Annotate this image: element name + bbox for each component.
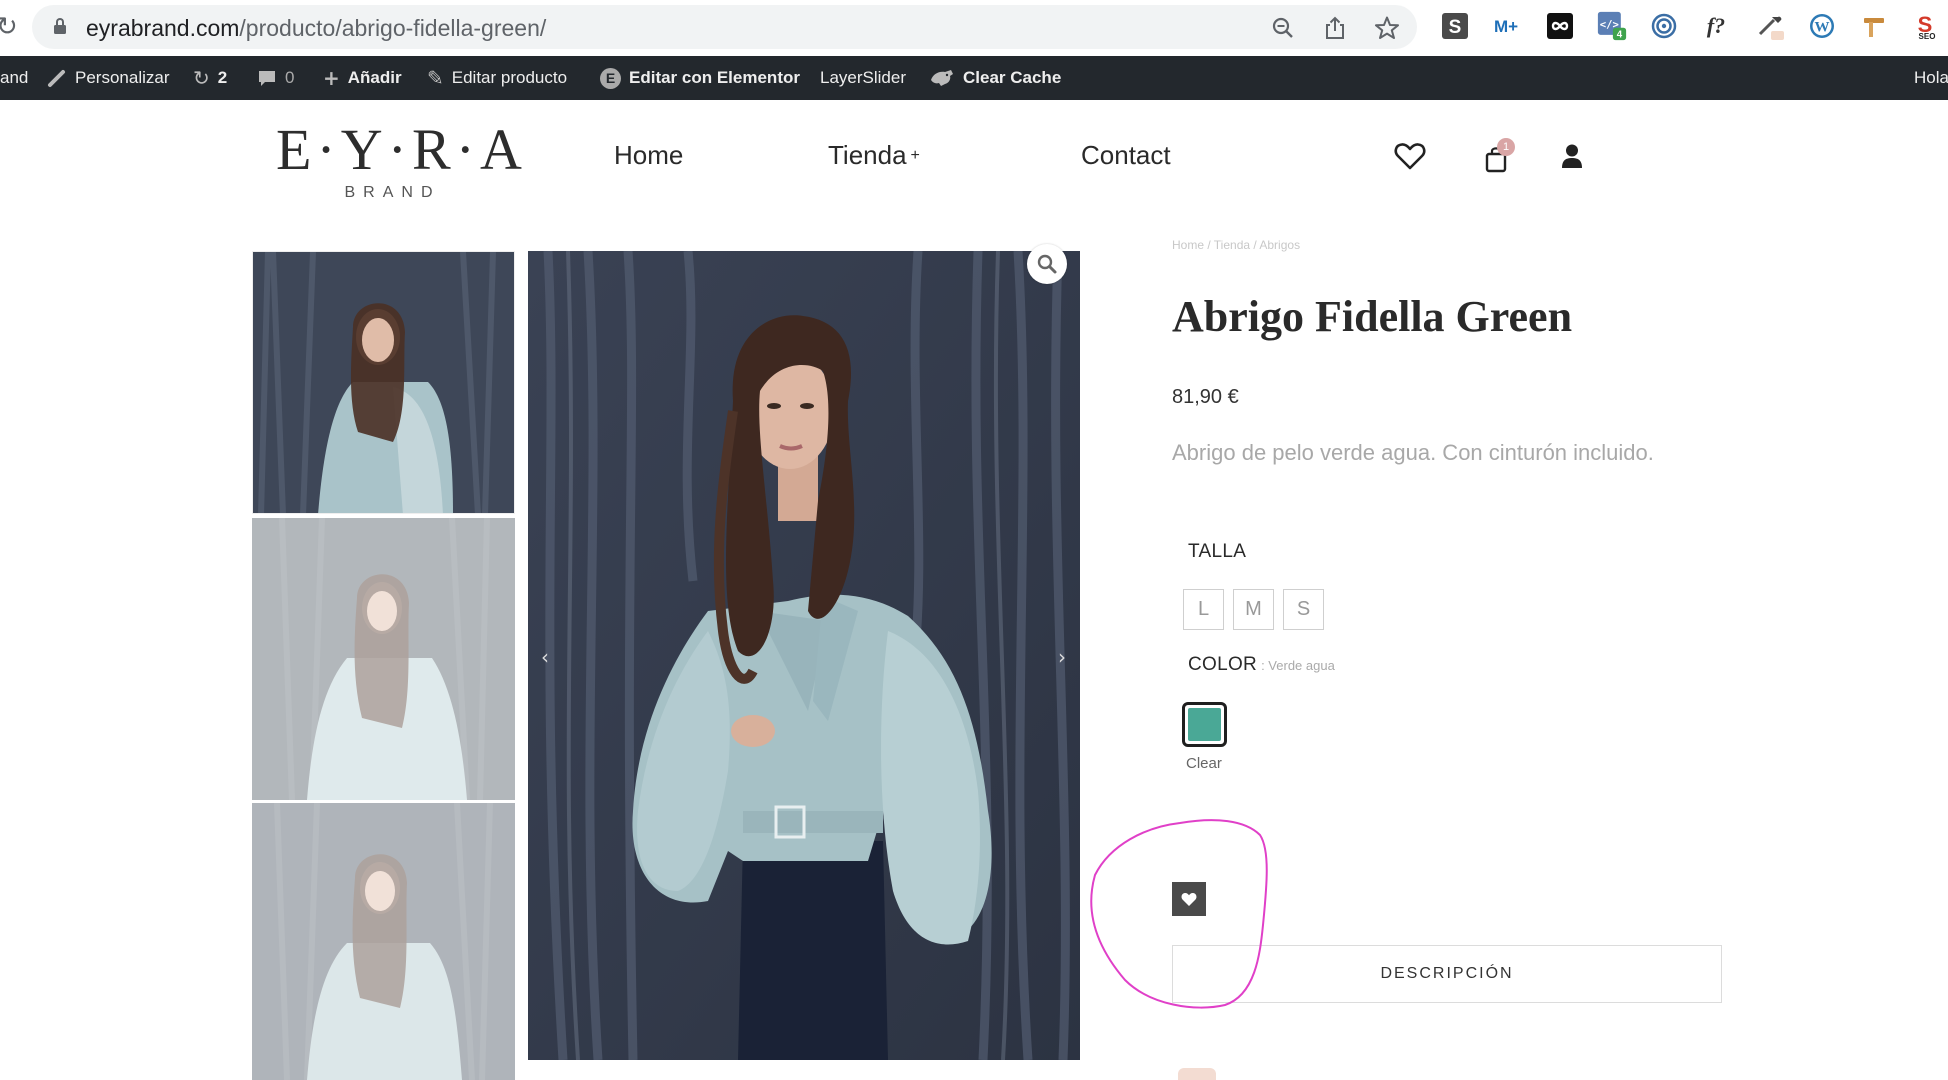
movistar-plus-icon[interactable]: M+ xyxy=(1492,11,1522,41)
bookmark-star-icon[interactable] xyxy=(1374,15,1400,41)
url-path: /producto/abrigo-fidella-green/ xyxy=(239,15,547,41)
gallery-prev-arrow-icon[interactable]: ‹ xyxy=(541,645,549,669)
updates-icon: ↻ xyxy=(193,66,210,90)
color-swatch-verde-agua[interactable] xyxy=(1182,702,1227,747)
color-label-text: COLOR xyxy=(1188,654,1258,675)
seo-icon[interactable]: S SEO xyxy=(1911,11,1941,41)
browser-toolbar: ↻ eyrabrand.com/producto/abrigo-fidella-… xyxy=(0,0,1948,56)
admin-edit-elementor[interactable]: E Editar con Elementor xyxy=(600,56,800,100)
breadcrumb[interactable]: Home / Tienda / Abrigos xyxy=(1172,238,1300,252)
admin-edit-product[interactable]: ✎ Editar producto xyxy=(427,56,567,100)
admin-greeting[interactable]: Hola xyxy=(1914,56,1948,100)
wordpress-icon[interactable]: W xyxy=(1807,11,1837,41)
edit-product-label: Editar producto xyxy=(451,68,568,87)
clear-selection-link[interactable]: Clear xyxy=(1186,755,1222,772)
url-text[interactable]: eyrabrand.com/producto/abrigo-fidella-gr… xyxy=(86,15,546,42)
edit-elementor-label: Editar con Elementor xyxy=(629,68,800,87)
clear-cache-label: Clear Cache xyxy=(963,68,1062,87)
url-domain: eyrabrand.com xyxy=(86,15,240,41)
admin-updates[interactable]: ↻ 2 xyxy=(193,56,227,100)
hammer-icon[interactable] xyxy=(1859,11,1889,41)
nav-home[interactable]: Home xyxy=(614,140,683,171)
zoom-icon[interactable] xyxy=(1270,15,1296,41)
product-photo-thumb-3 xyxy=(252,803,515,1080)
product-photo-thumb-2 xyxy=(252,518,515,800)
gallery-thumbnail-1[interactable] xyxy=(252,251,515,514)
svg-text:f?: f? xyxy=(1707,13,1725,38)
color-selected-value: : Verde agua xyxy=(1261,658,1335,673)
customize-label: Personalizar xyxy=(75,68,170,87)
product-photo-thumb-1 xyxy=(253,252,514,513)
site-logo[interactable]: E·Y·R·A BRAND xyxy=(276,117,527,202)
product-photo-main xyxy=(528,251,1080,1060)
eyedropper-icon[interactable] xyxy=(1755,11,1785,41)
target-icon[interactable] xyxy=(1649,11,1679,41)
plus-icon: + xyxy=(323,66,340,90)
product-short-description: Abrigo de pelo verde agua. Con cinturón … xyxy=(1172,440,1654,465)
font-identifier-icon[interactable]: f? xyxy=(1701,11,1731,41)
nav-shop[interactable]: Tienda + xyxy=(828,140,920,171)
gallery-thumbnail-2[interactable] xyxy=(252,518,515,800)
admin-clear-cache[interactable]: Clear Cache xyxy=(929,56,1061,100)
admin-site-name[interactable]: and xyxy=(0,56,28,100)
cart-count-badge: 1 xyxy=(1497,138,1515,156)
nav-shop-expand-icon: + xyxy=(910,147,920,164)
lock-icon[interactable] xyxy=(54,18,66,34)
address-bar[interactable]: eyrabrand.com/producto/abrigo-fidella-gr… xyxy=(32,5,1417,49)
elementor-icon: E xyxy=(600,67,621,89)
svg-text:S: S xyxy=(1449,17,1462,38)
next-section-peek xyxy=(1178,1068,1216,1080)
color-swatch-fill xyxy=(1188,708,1221,741)
reload-icon[interactable]: ↻ xyxy=(0,12,18,42)
cheetah-icon xyxy=(929,68,955,88)
zoom-magnifier-icon[interactable] xyxy=(1027,244,1067,284)
updates-count: 2 xyxy=(217,68,228,87)
color-attribute-label: COLOR: Verde agua xyxy=(1188,654,1335,676)
share-icon[interactable] xyxy=(1322,15,1348,41)
size-option-s[interactable]: S xyxy=(1283,589,1324,630)
nav-shop-label: Tienda xyxy=(828,140,907,170)
size-option-m[interactable]: M xyxy=(1233,589,1274,630)
svg-text:4: 4 xyxy=(1617,29,1623,40)
pink-hand-drawn-circle-annotation xyxy=(1090,819,1268,1009)
admin-add-new[interactable]: + Añadir xyxy=(323,56,402,100)
comment-icon xyxy=(257,68,277,88)
logo-wordmark: E·Y·R·A xyxy=(276,117,527,182)
gallery-thumbnail-3[interactable] xyxy=(252,803,515,1080)
comments-count: 0 xyxy=(285,68,295,87)
brush-icon xyxy=(47,68,67,88)
logo-subtitle: BRAND xyxy=(344,184,441,201)
pencil-icon: ✎ xyxy=(427,66,444,90)
product-title: Abrigo Fidella Green xyxy=(1172,292,1573,341)
admin-customize[interactable]: Personalizar xyxy=(47,56,170,100)
svg-text:W: W xyxy=(1815,20,1830,36)
svg-text:M+: M+ xyxy=(1494,17,1518,36)
product-price: 81,90 € xyxy=(1172,386,1239,408)
size-option-l[interactable]: L xyxy=(1183,589,1224,630)
admin-layerslider[interactable]: LayerSlider xyxy=(820,56,906,100)
sitemap-s-icon[interactable]: S xyxy=(1440,11,1470,41)
infinity-icon[interactable] xyxy=(1545,11,1575,41)
admin-comments[interactable]: 0 xyxy=(257,56,294,100)
gallery-next-arrow-icon[interactable]: › xyxy=(1058,645,1066,669)
size-attribute-label: TALLA xyxy=(1188,541,1247,562)
svg-text:SEO: SEO xyxy=(1919,32,1936,41)
wp-admin-bar: and Personalizar ↻ 2 0 + Añadir ✎ Editar… xyxy=(0,56,1948,100)
account-user-icon[interactable] xyxy=(1561,143,1583,174)
code-inspector-icon[interactable]: </> 4 xyxy=(1597,11,1627,41)
nav-contact[interactable]: Contact xyxy=(1081,140,1171,171)
gallery-main-image[interactable] xyxy=(528,251,1080,1060)
wishlist-heart-icon[interactable] xyxy=(1394,141,1426,176)
add-new-label: Añadir xyxy=(347,68,402,87)
